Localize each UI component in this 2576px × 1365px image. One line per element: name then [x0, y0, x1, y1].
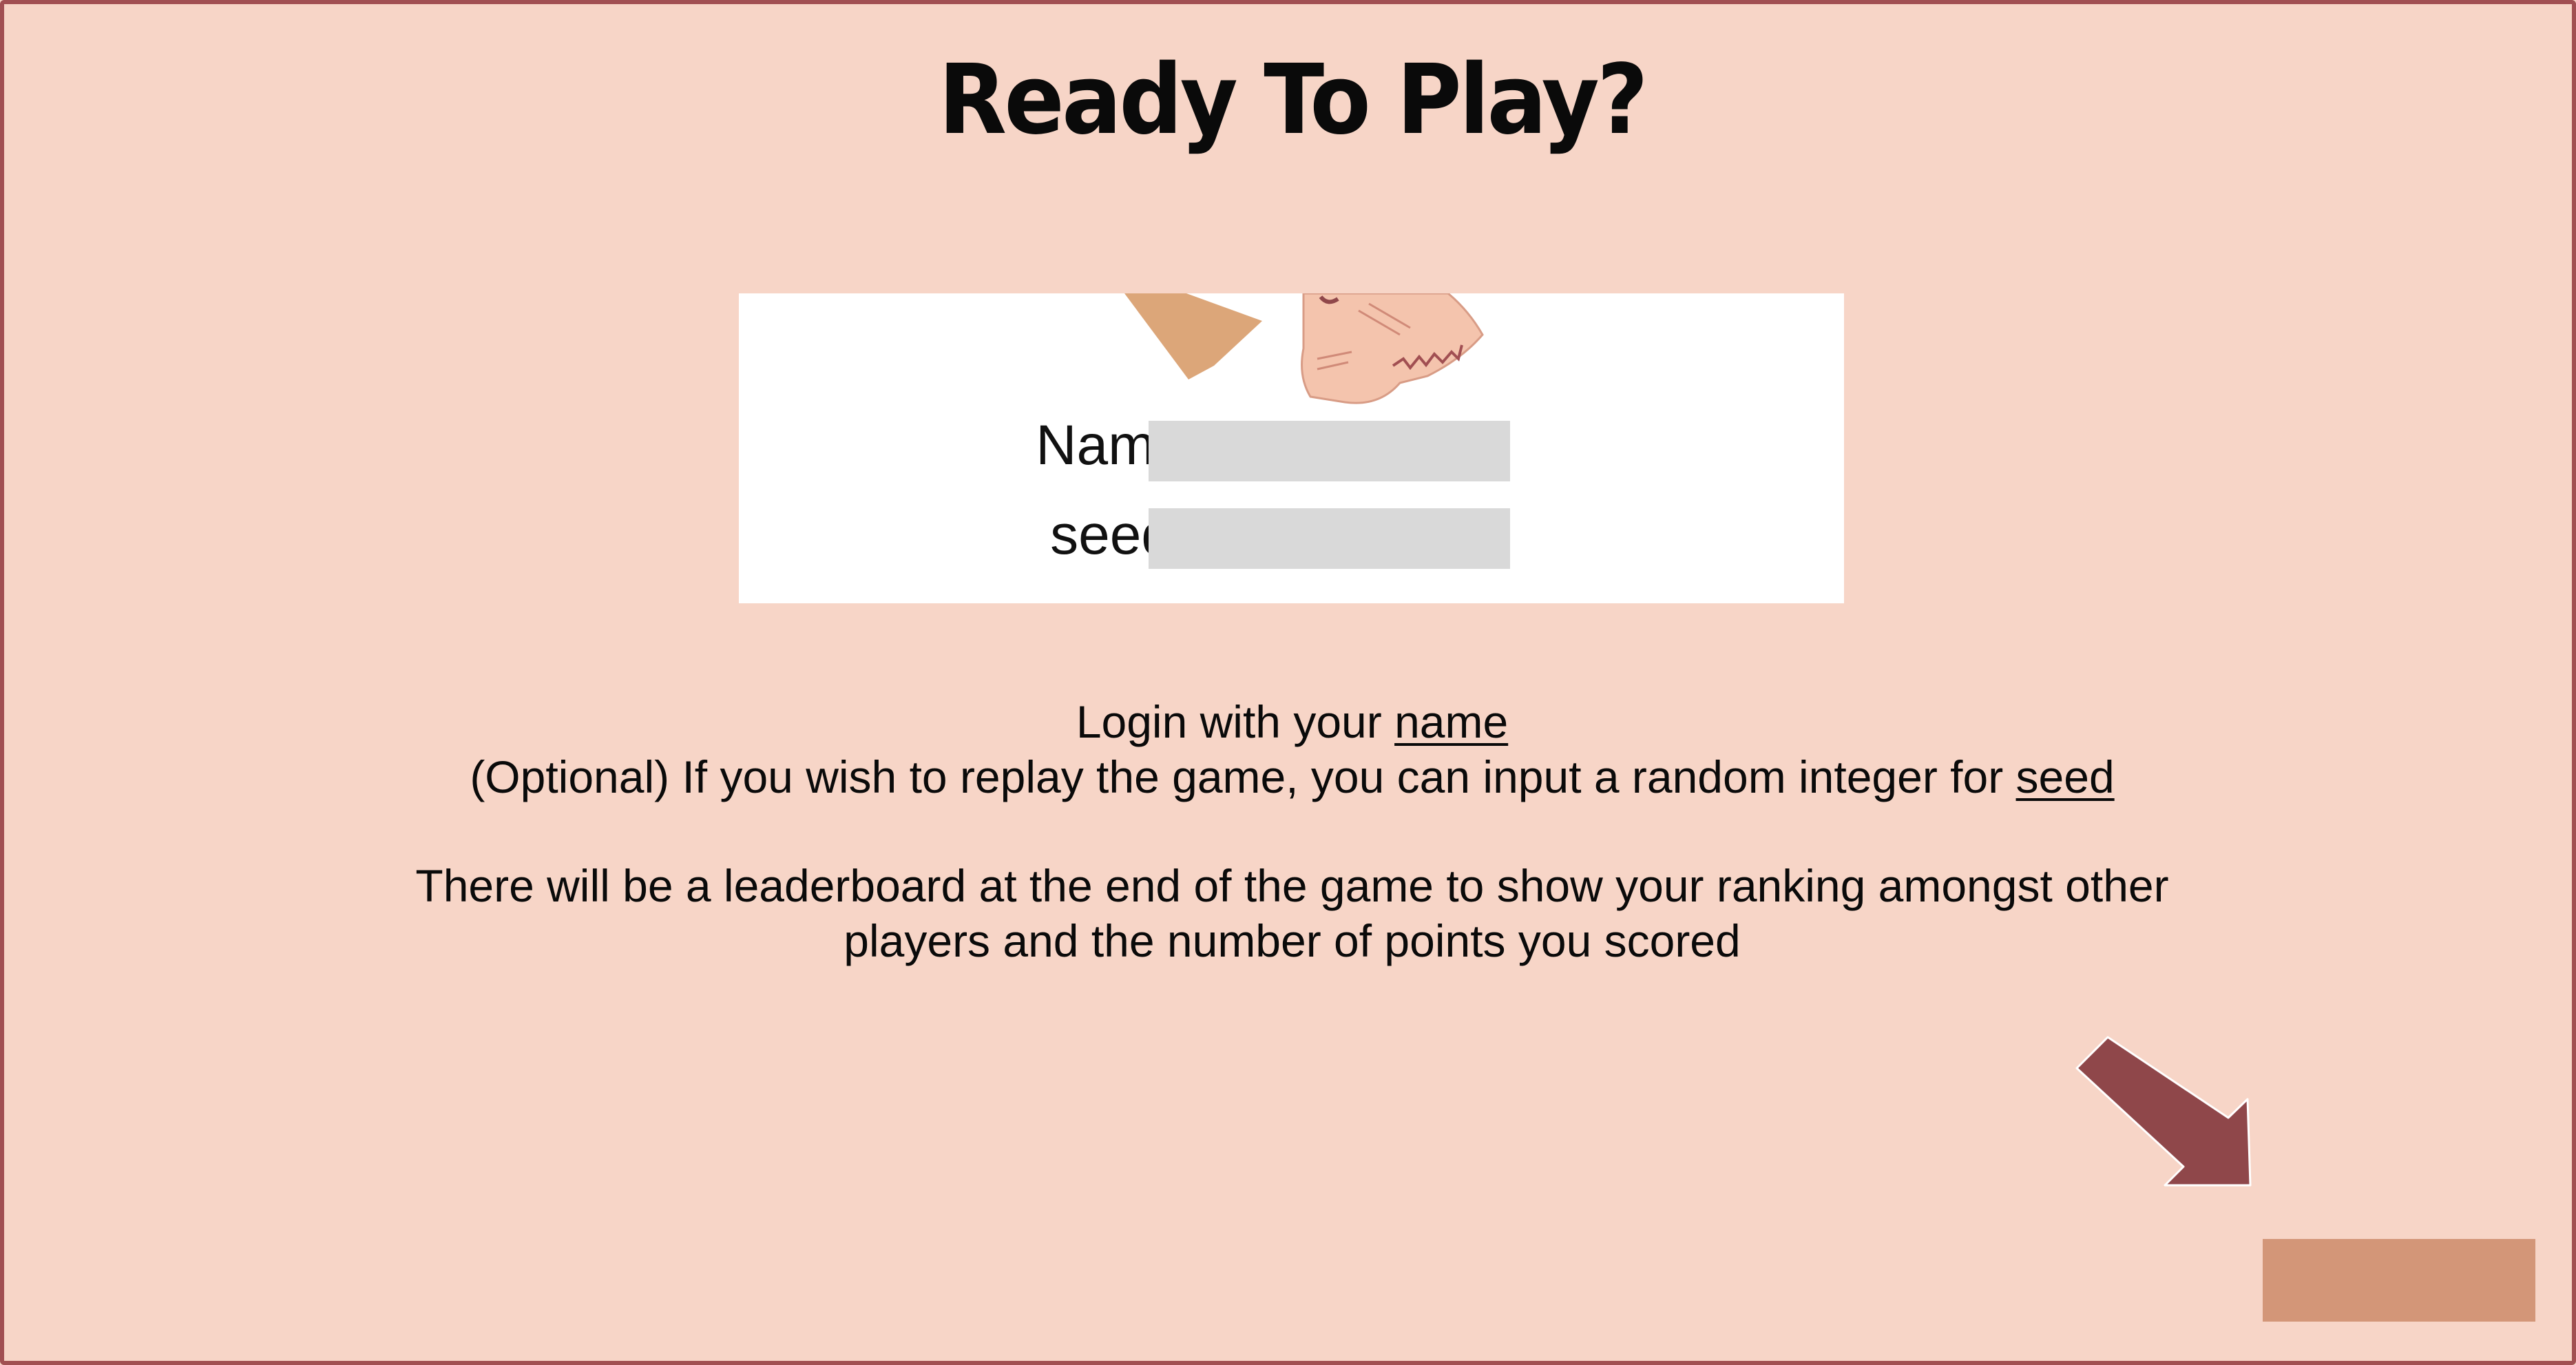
instruction-line-name: Login with your name [4, 694, 2576, 749]
login-panel: Name seed [739, 293, 1844, 603]
name-label: Name [1036, 414, 1186, 477]
game-screen: Ready To Play? Name seed Login with your… [0, 0, 2576, 1365]
seed-label: seed [1050, 503, 1173, 566]
name-keyword: name [1394, 696, 1509, 747]
page-title: Ready To Play? [938, 44, 1648, 156]
instruction-line-seed: (Optional) If you wish to replay the gam… [4, 749, 2576, 804]
name-input[interactable] [1149, 421, 1510, 481]
leaderboard-info-line-2: players and the number of points you sco… [844, 915, 1741, 966]
instruction-text: Login with your [1076, 696, 1395, 747]
shark-hand-puppet-illustration [1124, 293, 1484, 404]
arrow-down-right-icon [2075, 1036, 2252, 1187]
leaderboard-info-line-1: There will be a leaderboard at the end o… [415, 860, 2169, 911]
next-button[interactable] [2263, 1239, 2535, 1322]
instruction-text: (Optional) If you wish to replay the gam… [470, 751, 2016, 802]
seed-keyword: seed [2015, 751, 2115, 802]
seed-input[interactable] [1149, 508, 1510, 569]
